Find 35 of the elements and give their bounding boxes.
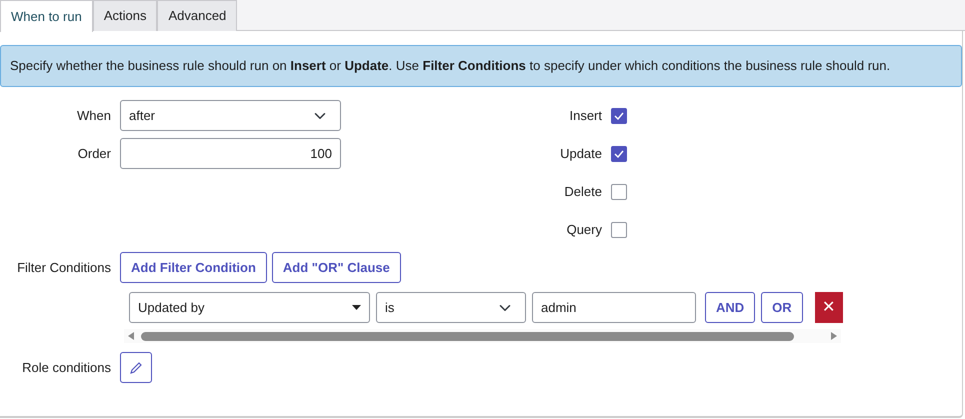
pencil-icon [129,361,143,376]
tab[interactable]: Advanced [157,0,238,31]
scroll-right-icon[interactable] [831,332,837,340]
select-field[interactable]: after [120,100,341,131]
checkbox[interactable] [611,146,627,162]
checkbox-label: Update [559,144,603,163]
edit-button[interactable] [120,352,152,383]
checkbox-label: Insert [568,106,603,125]
field-label: Order [76,144,112,163]
select-field[interactable]: is [376,292,526,323]
checkbox-label: Query [566,220,603,239]
delete-button[interactable]: ✕ [814,292,843,323]
tab[interactable]: Actions [92,0,158,31]
input-field[interactable]: admin [532,292,696,323]
checkmark-icon [614,112,624,120]
checkbox-label: Delete [563,182,603,201]
info-message: Specify whether the business rule should run on Insert or Update. Use Filter Conditions to specify under which conditions the business rule should run. [10,57,890,76]
scroll-left-icon[interactable] [128,332,134,340]
input-field[interactable]: 100 [120,138,341,169]
scrollbar[interactable] [124,329,841,343]
field-label: When [76,106,112,125]
checkmark-icon [614,150,624,158]
checkbox[interactable] [611,222,627,238]
logic-button[interactable]: AND [705,292,756,323]
add-button[interactable]: Add "OR" Clause [272,252,401,283]
logic-button[interactable]: OR [761,292,803,323]
field-label: Filter Conditions [16,258,112,277]
tab[interactable]: When to run [0,0,93,32]
dropdown-arrow-icon [352,305,361,310]
checkbox[interactable] [611,108,627,124]
add-button[interactable]: Add Filter Condition [120,252,267,283]
scrollbar-thumb[interactable] [141,332,794,340]
checkbox[interactable] [611,184,627,200]
field-label: Role conditions [21,358,112,377]
dropdown-field[interactable]: Updated by [129,292,370,323]
